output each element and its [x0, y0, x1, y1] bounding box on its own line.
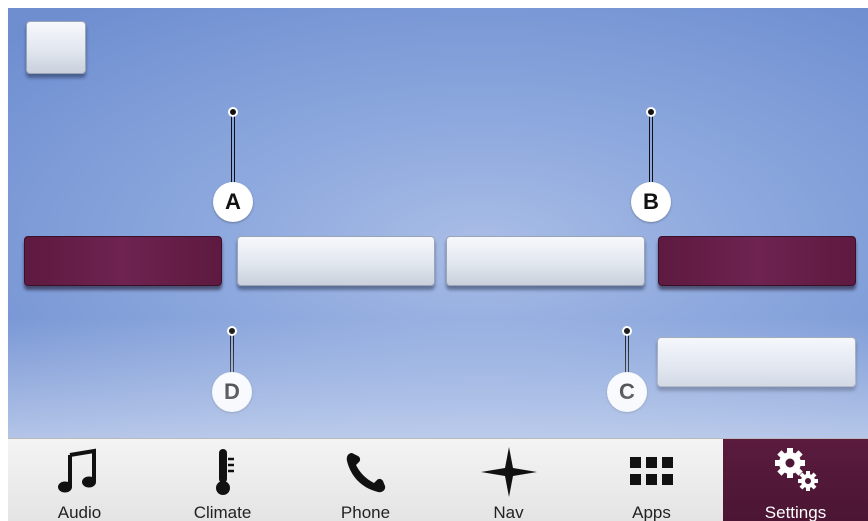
preset-button-1[interactable]	[24, 236, 222, 286]
nav-settings-label: Settings	[764, 503, 827, 521]
nav-apps-button[interactable]: Apps	[580, 439, 723, 521]
nav-audio-label: Audio	[57, 503, 102, 521]
nav-climate-label: Climate	[193, 503, 252, 521]
callout-b-dot	[646, 107, 656, 117]
nav-apps-label: Apps	[632, 503, 671, 521]
lower-right-button[interactable]	[657, 337, 856, 387]
music-note-icon	[57, 448, 96, 493]
display-screen: A B C D Audio Climate Phone Nav Apps Set…	[8, 8, 868, 521]
callout-a-badge: A	[213, 182, 253, 222]
grid-icon	[629, 457, 673, 485]
preset-button-2[interactable]	[237, 236, 435, 286]
callout-b-line	[649, 112, 653, 182]
nav-climate-button[interactable]: Climate	[151, 439, 294, 521]
compass-star-icon	[480, 447, 537, 497]
callout-a-line	[231, 112, 235, 182]
callout-d-dot	[227, 326, 237, 336]
callout-d-letter: D	[224, 379, 240, 404]
callout-d-line	[230, 331, 234, 373]
callout-d-badge: D	[212, 372, 252, 412]
nav-audio-button[interactable]: Audio	[8, 439, 151, 521]
callout-c-letter: C	[619, 379, 635, 404]
phone-icon	[346, 453, 385, 493]
gears-icon	[774, 448, 818, 491]
callout-b-letter: B	[643, 189, 659, 214]
main-content-area: A B C D	[8, 8, 868, 438]
preset-button-4[interactable]	[658, 236, 856, 286]
nav-phone-button[interactable]: Phone	[294, 439, 437, 521]
nav-settings-button[interactable]: Settings	[723, 439, 868, 521]
callout-a-dot	[228, 107, 238, 117]
callout-c-dot	[622, 326, 632, 336]
preset-button-3[interactable]	[446, 236, 645, 286]
top-left-button[interactable]	[26, 21, 86, 74]
bottom-nav-bar: Audio Climate Phone Nav Apps Settings	[8, 438, 868, 521]
nav-nav-label: Nav	[493, 503, 524, 521]
thermometer-icon	[215, 449, 234, 495]
callout-c-line	[625, 331, 629, 373]
nav-nav-button[interactable]: Nav	[437, 439, 580, 521]
nav-phone-label: Phone	[340, 503, 391, 521]
callout-b-badge: B	[631, 182, 671, 222]
callout-c-badge: C	[607, 372, 647, 412]
callout-a-letter: A	[225, 189, 241, 214]
